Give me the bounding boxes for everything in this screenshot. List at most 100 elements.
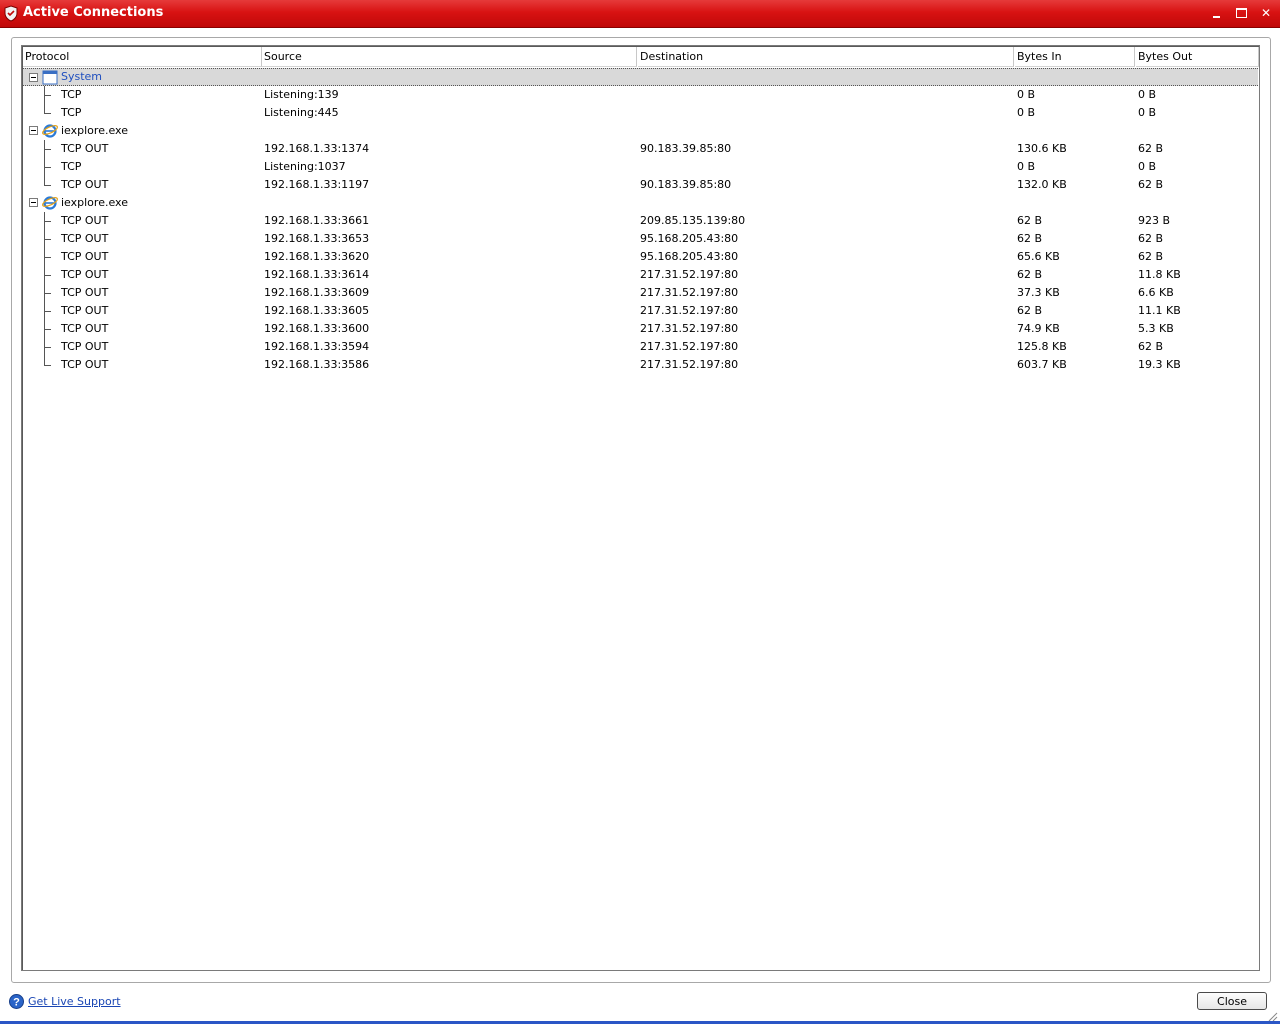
column-header-protocol[interactable]: Protocol [23, 47, 262, 67]
bytes-in-cell: 62 B [1017, 232, 1043, 245]
bytes-in-cell: 62 B [1017, 214, 1043, 227]
bytes-out-cell: 62 B [1138, 250, 1164, 263]
column-header-source[interactable]: Source [262, 47, 637, 67]
destination-cell: 90.183.39.85:80 [640, 142, 732, 155]
tree-branch [44, 347, 51, 348]
connection-row[interactable]: TCP OUT 192.168.1.33:3600 217.31.52.197:80… [23, 320, 1258, 338]
connection-row[interactable]: TCP OUT 192.168.1.33:3620 95.168.205.43:80… [23, 248, 1258, 266]
connections-table[interactable]: Protocol Source Destination Bytes In Byt… [21, 45, 1260, 971]
protocol-cell: TCP OUT [61, 286, 109, 299]
bytes-out-cell: 0 B [1138, 106, 1157, 119]
protocol-cell: TCP OUT [61, 322, 109, 335]
protocol-cell: TCP [61, 88, 82, 101]
connection-row[interactable]: TCP OUT 192.168.1.33:3614 217.31.52.197:80… [23, 266, 1258, 284]
tree-branch [44, 185, 51, 186]
destination-cell: 217.31.52.197:80 [640, 286, 739, 299]
connection-row[interactable]: TCP OUT 192.168.1.33:3586 217.31.52.197:80… [23, 356, 1258, 374]
internet-explorer-icon [42, 195, 58, 210]
connection-row[interactable]: TCP OUT 192.168.1.33:3661 209.85.135.139:8… [23, 212, 1258, 230]
column-header-bytes-in[interactable]: Bytes In [1015, 47, 1135, 67]
bytes-out-cell: 923 B [1138, 214, 1171, 227]
bytes-in-cell: 603.7 KB [1017, 358, 1067, 371]
minimize-button[interactable] [1208, 5, 1224, 21]
maximize-button[interactable] [1233, 5, 1249, 21]
tree-branch [44, 311, 51, 312]
maximize-icon [1236, 8, 1247, 18]
bytes-in-cell: 0 B [1017, 160, 1036, 173]
protocol-cell: TCP OUT [61, 358, 109, 371]
destination-cell: 217.31.52.197:80 [640, 268, 739, 281]
connection-row[interactable]: TCP OUT 192.168.1.33:1374 90.183.39.85:80 1… [23, 140, 1258, 158]
tree-branch [44, 293, 51, 294]
source-cell: 192.168.1.33:1197 [264, 178, 370, 191]
table-header: Protocol Source Destination Bytes In Byt… [23, 47, 1259, 67]
process-name: System [61, 70, 103, 83]
process-row[interactable]: iexplore.exe [23, 194, 1258, 212]
protocol-cell: TCP [61, 106, 82, 119]
svg-text:?: ? [13, 997, 20, 1009]
destination-cell: 217.31.52.197:80 [640, 340, 739, 353]
internet-explorer-icon [42, 123, 58, 138]
protocol-cell: TCP OUT [61, 178, 109, 191]
collapse-icon[interactable] [29, 198, 38, 207]
source-cell: 192.168.1.33:1374 [264, 142, 370, 155]
window-title: Active Connections [23, 5, 164, 20]
column-header-bytes-out[interactable]: Bytes Out [1136, 47, 1259, 67]
bytes-out-cell: 11.8 KB [1138, 268, 1181, 281]
tree-branch [44, 239, 51, 240]
destination-cell: 95.168.205.43:80 [640, 232, 739, 245]
help-icon[interactable]: ? [9, 994, 24, 1009]
bytes-out-cell: 5.3 KB [1138, 322, 1174, 335]
bytes-out-cell: 62 B [1138, 340, 1164, 353]
bytes-in-cell: 0 B [1017, 88, 1036, 101]
bytes-out-cell: 6.6 KB [1138, 286, 1174, 299]
connection-row[interactable]: TCP OUT 192.168.1.33:1197 90.183.39.85:80 1… [23, 176, 1258, 194]
tree-branch [44, 275, 51, 276]
connection-row[interactable]: TCP OUT 192.168.1.33:3605 217.31.52.197:80… [23, 302, 1258, 320]
column-header-destination[interactable]: Destination [638, 47, 1014, 67]
bytes-in-cell: 65.6 KB [1017, 250, 1060, 263]
bytes-out-cell: 62 B [1138, 142, 1164, 155]
connection-row[interactable]: TCP Listening:445 0 B 0 B [23, 104, 1258, 122]
tree-branch [44, 167, 51, 168]
tree-branch [44, 221, 51, 222]
protocol-cell: TCP OUT [61, 214, 109, 227]
title-bar[interactable]: Active Connections ✕ [0, 0, 1280, 28]
close-button[interactable]: Close [1197, 992, 1267, 1010]
connection-row[interactable]: TCP OUT 192.168.1.33:3594 217.31.52.197:80… [23, 338, 1258, 356]
tree-branch [44, 257, 51, 258]
tree-branch [44, 329, 51, 330]
process-row[interactable]: System [23, 68, 1258, 86]
bytes-out-cell: 0 B [1138, 160, 1157, 173]
protocol-cell: TCP OUT [61, 340, 109, 353]
process-name: iexplore.exe [61, 124, 128, 137]
connection-row[interactable]: TCP Listening:139 0 B 0 B [23, 86, 1258, 104]
collapse-icon[interactable] [29, 126, 38, 135]
bytes-in-cell: 62 B [1017, 304, 1043, 317]
bytes-out-cell: 62 B [1138, 178, 1164, 191]
close-window-button[interactable]: ✕ [1258, 5, 1274, 21]
collapse-icon[interactable] [29, 73, 38, 82]
tree-branch [44, 149, 51, 150]
destination-cell: 217.31.52.197:80 [640, 304, 739, 317]
tree-branch [44, 365, 51, 366]
tree-branch [44, 113, 51, 114]
source-cell: 192.168.1.33:3600 [264, 322, 370, 335]
table-body: System TCP Listening:139 0 B 0 B TCP Listening… [23, 68, 1258, 374]
bytes-in-cell: 0 B [1017, 106, 1036, 119]
connection-row[interactable]: TCP OUT 192.168.1.33:3653 95.168.205.43:80… [23, 230, 1258, 248]
source-cell: 192.168.1.33:3609 [264, 286, 370, 299]
protocol-cell: TCP OUT [61, 268, 109, 281]
minimize-icon [1213, 16, 1220, 18]
process-row[interactable]: iexplore.exe [23, 122, 1258, 140]
bytes-in-cell: 125.8 KB [1017, 340, 1067, 353]
bytes-in-cell: 74.9 KB [1017, 322, 1060, 335]
bytes-out-cell: 11.1 KB [1138, 304, 1181, 317]
source-cell: 192.168.1.33:3614 [264, 268, 370, 281]
connection-row[interactable]: TCP OUT 192.168.1.33:3609 217.31.52.197:80… [23, 284, 1258, 302]
bytes-in-cell: 37.3 KB [1017, 286, 1060, 299]
connection-row[interactable]: TCP Listening:1037 0 B 0 B [23, 158, 1258, 176]
get-live-support-link[interactable]: Get Live Support [28, 995, 121, 1008]
bytes-out-cell: 19.3 KB [1138, 358, 1181, 371]
bytes-out-cell: 0 B [1138, 88, 1157, 101]
